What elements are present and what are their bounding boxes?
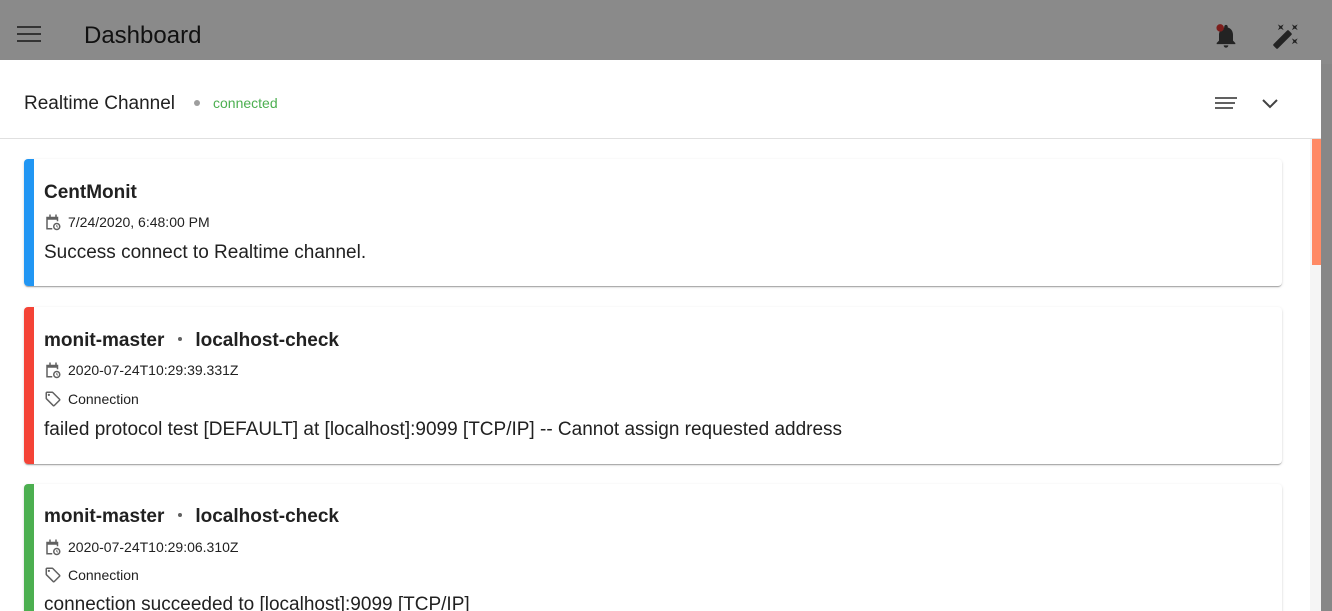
event-heading: monit-master localhost-check [44,506,339,528]
event-tag: Connection [68,567,139,583]
event-card: CentMonit 7/24/2020, 6:48:00 PM Success … [24,159,1282,286]
scrollbar-thumb[interactable] [1312,139,1321,265]
event-check: localhost-check [195,330,339,351]
event-card: monit-master localhost-check 2020-07-24T1… [24,307,1282,464]
event-check: localhost-check [195,506,339,527]
event-message: Success connect to Realtime channel. [44,242,367,263]
event-host: monit-master [44,330,165,351]
event-host: monit-master [44,506,165,527]
event-tag-row: Connection [44,566,139,584]
event-message: failed protocol test [DEFAULT] at [local… [44,419,843,440]
chevron-down-icon[interactable] [1258,93,1282,115]
separator-dot [178,512,183,517]
event-timestamp-row: 7/24/2020, 6:48:00 PM [44,213,210,231]
event-timestamp: 2020-07-24T10:29:06.310Z [68,539,239,555]
tag-icon [45,567,61,583]
event-tag: Connection [68,391,139,407]
calendar-clock-icon [46,539,61,556]
event-list: CentMonit 7/24/2020, 6:48:00 PM Success … [0,139,1310,611]
event-host: CentMonit [44,182,137,203]
event-timestamp: 7/24/2020, 6:48:00 PM [68,214,210,230]
event-accent-bar [24,159,34,286]
connection-status: connected [213,95,278,111]
separator-dot [178,336,183,341]
sort-icon[interactable] [1212,93,1238,115]
event-accent-bar [24,484,34,611]
event-heading: monit-master localhost-check [44,330,339,352]
separator-dot [194,100,200,106]
event-card: monit-master localhost-check 2020-07-24T1… [24,484,1282,611]
realtime-channel-panel: Realtime Channel connected CentMonit 7/2… [0,60,1321,611]
panel-header: Realtime Channel connected [0,60,1321,139]
tag-icon [45,391,61,407]
event-message: connection succeeded to [localhost]:9099… [44,594,470,611]
panel-title: Realtime Channel [24,93,176,114]
event-timestamp: 2020-07-24T10:29:39.331Z [68,362,239,378]
event-timestamp-row: 2020-07-24T10:29:39.331Z [44,361,238,379]
event-timestamp-row: 2020-07-24T10:29:06.310Z [44,538,238,556]
event-tag-row: Connection [44,390,139,408]
calendar-clock-icon [46,214,61,231]
calendar-clock-icon [46,362,61,379]
event-accent-bar [24,307,34,464]
event-heading: CentMonit [44,182,137,204]
